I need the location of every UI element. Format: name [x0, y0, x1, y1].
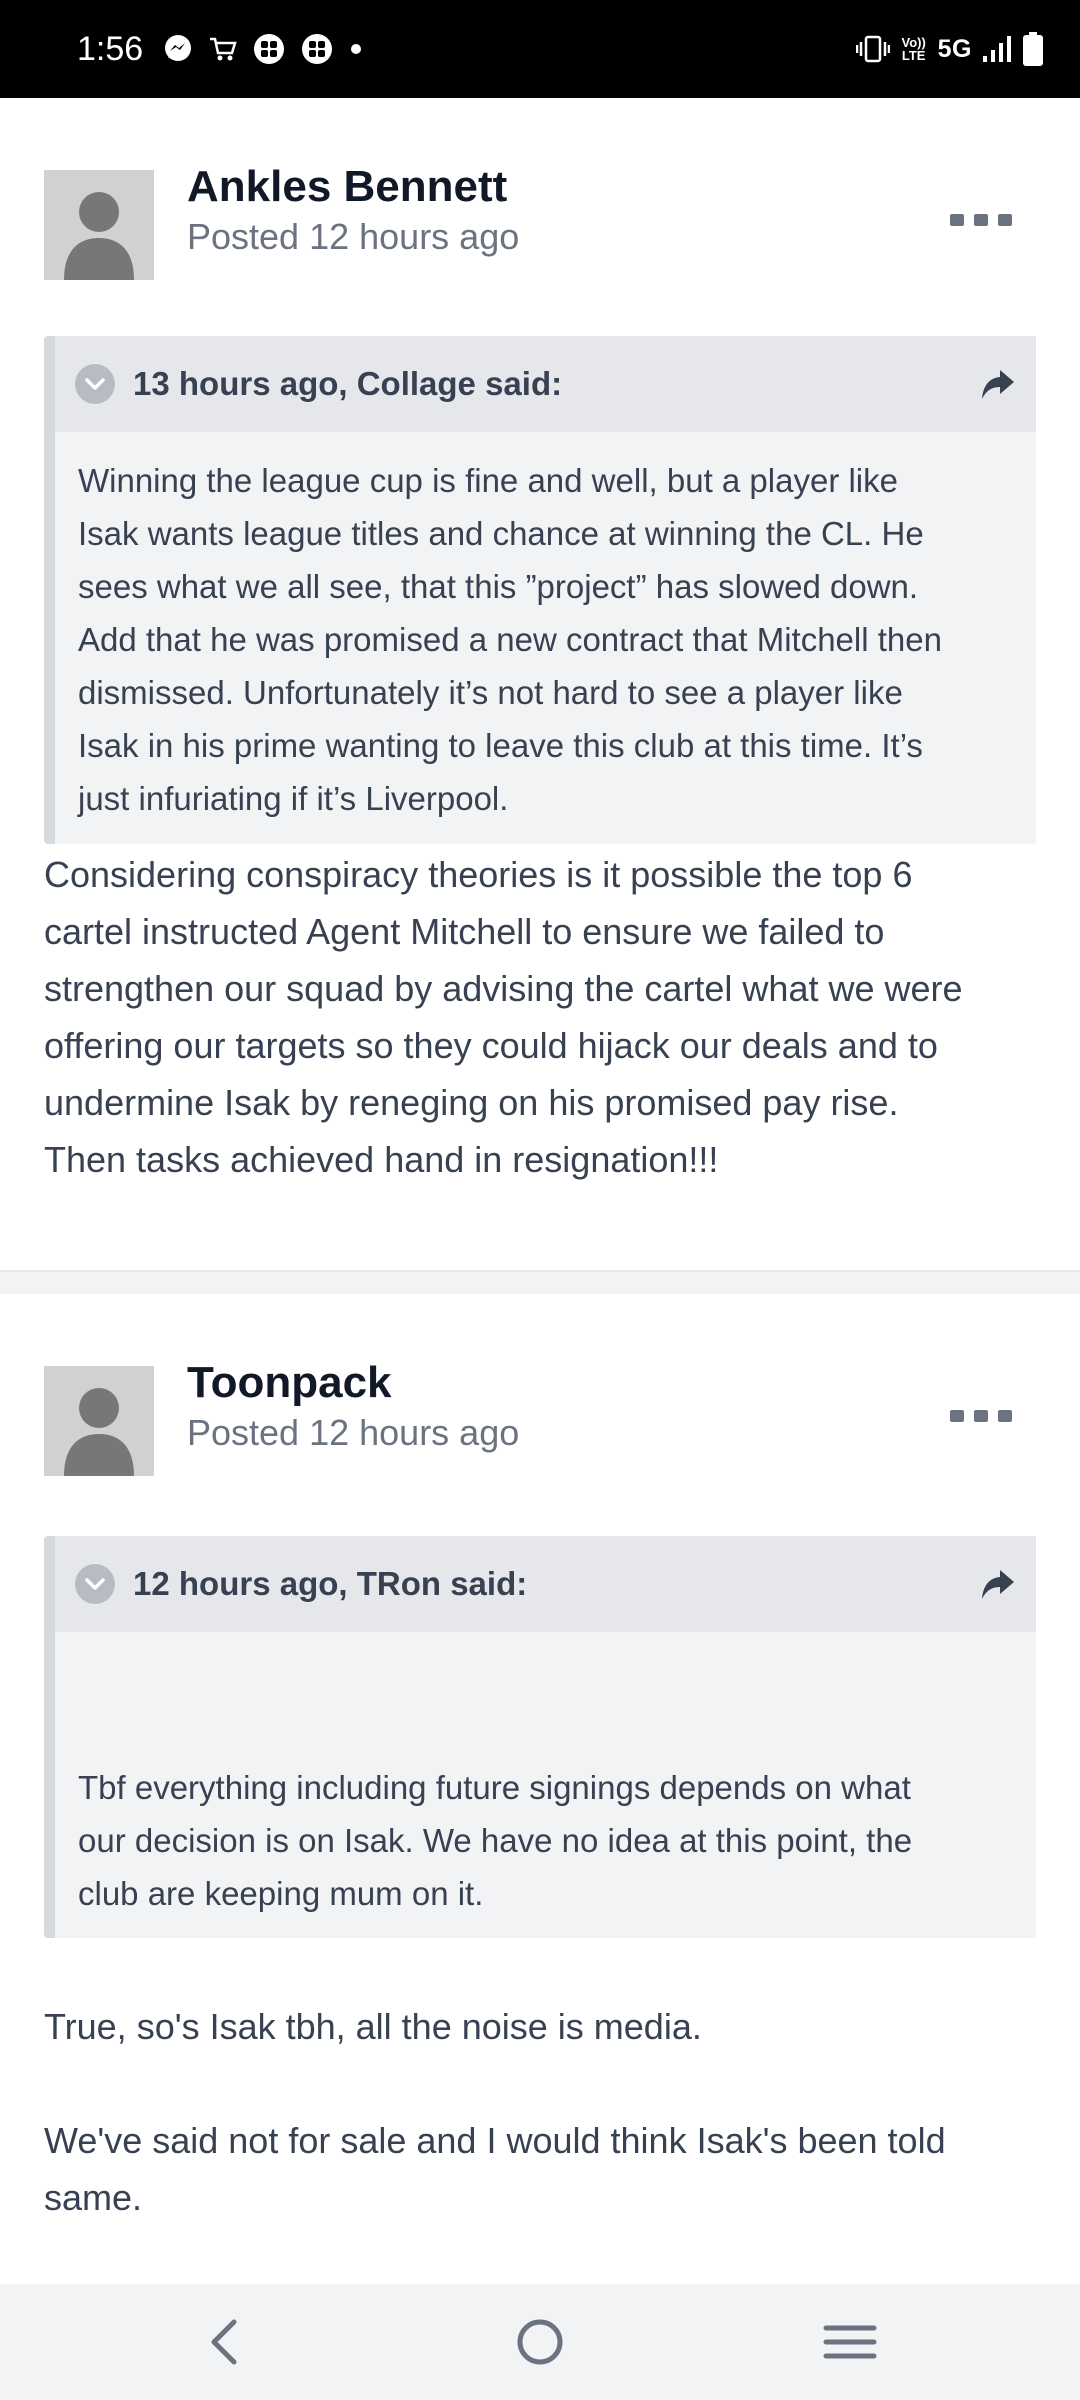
quote-block: 12 hours ago, TRon said: Tbf everything … — [44, 1536, 1036, 1938]
system-navigation-bar — [0, 2284, 1080, 2400]
quote-header: 12 hours ago, TRon said: — [55, 1536, 1036, 1632]
volte-indicator: Vo)) LTE — [901, 35, 926, 63]
battery-icon — [1023, 32, 1043, 66]
quote-text: Tbf everything including future signings… — [78, 1769, 913, 1912]
post-timestamp[interactable]: Posted 12 hours ago — [187, 214, 519, 260]
quote-block: 13 hours ago, Collage said: Winning the … — [44, 336, 1036, 844]
chevron-down-icon — [85, 1578, 105, 1590]
more-options-icon — [950, 1410, 964, 1422]
app-grid-icon — [254, 34, 284, 64]
author-name[interactable]: Ankles Bennett — [187, 160, 507, 214]
author-name[interactable]: Toonpack — [187, 1356, 392, 1410]
more-notifications-dot-icon — [351, 44, 361, 54]
quote-header: 13 hours ago, Collage said: — [55, 336, 1036, 432]
app-grid-icon — [302, 34, 332, 64]
more-options-button[interactable] — [950, 1396, 1012, 1436]
quote-citation: 13 hours ago, Collage said: — [133, 365, 563, 402]
quote-text: Winning the league cup is fine and well,… — [78, 462, 942, 817]
system-status-icons: Vo)) LTE 5G — [855, 27, 1044, 71]
avatar[interactable] — [44, 170, 154, 280]
status-bar: 1:56 Vo)) LTE 5G — [0, 0, 1080, 98]
cart-icon — [210, 37, 237, 61]
notification-icons — [162, 31, 364, 67]
share-arrow-icon[interactable] — [978, 366, 1018, 404]
forum-post: Ankles Bennett Posted 12 hours ago 13 ho… — [0, 98, 1080, 1270]
more-options-button[interactable] — [950, 200, 1012, 240]
home-icon[interactable] — [510, 2312, 570, 2372]
network-type: 5G — [937, 35, 972, 63]
back-icon[interactable] — [196, 2312, 256, 2372]
forum-post: Toonpack Posted 12 hours ago 12 hours ag… — [0, 1294, 1080, 2284]
status-time: 1:56 — [77, 30, 144, 68]
post-body: Considering conspiracy theories is it po… — [44, 854, 963, 1180]
paragraph: True, so's Isak tbh, all the noise is me… — [44, 2006, 702, 2047]
quote-toggle-button[interactable] — [75, 1564, 115, 1604]
share-arrow-icon[interactable] — [978, 1566, 1018, 1604]
paragraph: We've said not for sale and I would thin… — [44, 2120, 946, 2161]
vibrate-icon — [855, 35, 890, 63]
chevron-down-icon — [85, 378, 105, 390]
default-avatar-icon — [44, 1366, 154, 1476]
post-timestamp[interactable]: Posted 12 hours ago — [187, 1410, 519, 1456]
quote-citation: 12 hours ago, TRon said: — [133, 1565, 528, 1602]
messenger-icon — [165, 35, 191, 61]
post-divider — [0, 1270, 1080, 1294]
more-options-icon — [950, 214, 964, 226]
signal-strength-icon — [983, 36, 1011, 62]
default-avatar-icon — [44, 170, 154, 280]
recents-icon[interactable] — [820, 2312, 880, 2372]
quote-toggle-button[interactable] — [75, 364, 115, 404]
post-body: True, so's Isak tbh, all the noise is me… — [44, 1998, 1044, 2226]
avatar[interactable] — [44, 1366, 154, 1476]
